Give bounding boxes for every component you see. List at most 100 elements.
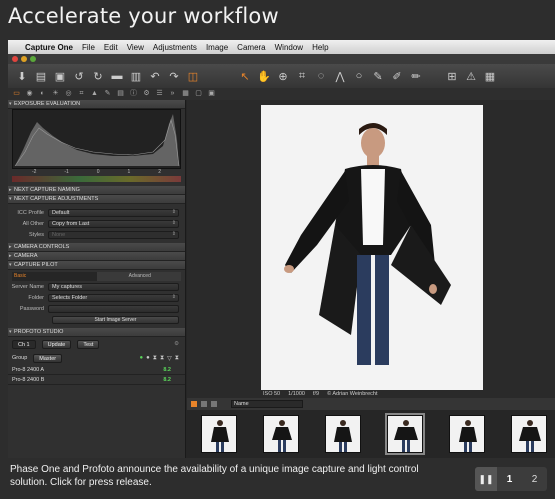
profoto-unit-row[interactable]: Pro-8 2400 B 8.2 — [8, 375, 185, 385]
tab-basic[interactable]: Basic — [12, 272, 97, 281]
app-screenshot[interactable]: Capture One File Edit View Adjustments I… — [8, 40, 555, 458]
menu-edit[interactable]: Edit — [104, 43, 118, 52]
section-camera-controls[interactable]: CAMERA CONTROLS — [8, 243, 185, 252]
viewer-icon[interactable]: ▦ — [482, 68, 498, 84]
cursor-tool-icon[interactable]: ↖ — [237, 68, 253, 84]
password-input[interactable] — [48, 304, 179, 313]
details-tab-icon[interactable]: ▲ — [90, 90, 99, 98]
metadata-tab-icon[interactable]: ▤ — [116, 90, 125, 98]
thumbnail[interactable] — [449, 415, 485, 453]
press-release-caption[interactable]: Phase One and Profoto announce the avail… — [10, 463, 430, 489]
rotate-tool-icon[interactable]: ◌ — [313, 68, 329, 84]
import-icon[interactable]: ⬇ — [14, 68, 30, 84]
test-button[interactable]: Test — [77, 339, 100, 349]
bulb-icon[interactable]: ● — [146, 355, 150, 362]
tab-advanced[interactable]: Advanced — [96, 272, 181, 281]
slideshow-pager: ❚❚ 1 2 — [475, 467, 547, 491]
brush-tool-icon[interactable]: ✎ — [370, 68, 386, 84]
grid-view-icon[interactable] — [191, 401, 197, 407]
keystone-tool-icon[interactable]: ⋀ — [332, 68, 348, 84]
thumbnail-selected[interactable] — [385, 413, 425, 455]
lens-tab-icon[interactable]: ◎ — [64, 90, 73, 98]
section-capture-pilot[interactable]: CAPTURE PILOT — [8, 261, 185, 270]
rotate-right-icon[interactable]: ↻ — [90, 68, 106, 84]
section-camera[interactable]: CAMERA — [8, 252, 185, 261]
section-exposure-evaluation[interactable]: EXPOSURE EVALUATION — [8, 100, 185, 109]
server-name-input[interactable]: My captures — [48, 282, 179, 291]
group-select[interactable]: Master — [33, 353, 63, 363]
lamp-icon[interactable]: ⧗ — [175, 355, 179, 362]
more-tabs-icon[interactable]: » — [168, 90, 177, 98]
menu-camera[interactable]: Camera — [237, 43, 265, 52]
menu-image[interactable]: Image — [206, 43, 228, 52]
zoom-window-icon[interactable] — [30, 56, 36, 62]
local-adjust-tab-icon[interactable]: ✎ — [103, 90, 112, 98]
library-tab-icon[interactable]: ▭ — [12, 90, 21, 98]
undo-icon[interactable]: ↶ — [147, 68, 163, 84]
styles-select[interactable]: None ⇕ — [48, 230, 179, 239]
picker-tool-icon[interactable]: ✐ — [389, 68, 405, 84]
trash-icon[interactable]: ▥ — [128, 68, 144, 84]
thumbnail[interactable] — [325, 415, 361, 453]
menu-file[interactable]: File — [82, 43, 95, 52]
composition-tab-icon[interactable]: ⌗ — [77, 90, 86, 98]
channel-select[interactable]: Ch 1 — [12, 339, 36, 349]
all-other-select[interactable]: Copy from Last ⇕ — [48, 219, 179, 228]
pause-icon[interactable]: ❚❚ — [475, 467, 497, 491]
crop-tool-icon[interactable]: ⌗ — [294, 68, 310, 84]
menu-adjustments[interactable]: Adjustments — [153, 43, 197, 52]
grid-icon[interactable]: ⊞ — [444, 68, 460, 84]
batch-tab-icon[interactable]: ☰ — [155, 90, 164, 98]
process-icon[interactable]: ◫ — [185, 68, 201, 84]
icc-profile-select[interactable]: Default ⇕ — [48, 208, 179, 217]
section-next-capture-naming[interactable]: NEXT CAPTURE NAMING — [8, 186, 185, 195]
list-view-icon[interactable] — [201, 401, 207, 407]
color-tab-icon[interactable]: ◐ — [38, 90, 47, 98]
group-label: Group — [12, 355, 28, 361]
pan-tool-icon[interactable]: ✋ — [256, 68, 272, 84]
power-icon[interactable]: ▽ — [167, 355, 172, 362]
minimize-window-icon[interactable] — [21, 56, 27, 62]
exposure-tab-icon[interactable]: ☀ — [51, 90, 60, 98]
thumbnail[interactable] — [511, 415, 547, 453]
view-single-icon[interactable]: ▢ — [194, 90, 203, 98]
filmstrip-view-icon[interactable] — [211, 401, 217, 407]
output-tab-icon[interactable]: ⚙ — [142, 90, 151, 98]
start-image-server-button[interactable]: Start Image Server — [52, 316, 179, 324]
section-profoto-studio[interactable]: PROFOTO STUDIO — [8, 328, 185, 337]
flash-mode-icon[interactable]: ⧗ — [153, 355, 157, 362]
page-2-button[interactable]: 2 — [522, 474, 547, 485]
warning-icon[interactable]: ⚠ — [463, 68, 479, 84]
folder-select[interactable]: Selects Folder ⇕ — [48, 293, 179, 302]
update-button[interactable]: Update — [41, 339, 72, 349]
menu-view[interactable]: View — [127, 43, 144, 52]
thumbnail[interactable] — [263, 415, 299, 453]
sort-select[interactable]: Name — [231, 400, 303, 408]
profoto-unit-row[interactable]: Pro-8 2400 A 8.2 — [8, 365, 185, 375]
zoom-tool-icon[interactable]: ⊕ — [275, 68, 291, 84]
mask-tool-icon[interactable]: ○ — [351, 68, 367, 84]
close-window-icon[interactable] — [12, 56, 18, 62]
folder-icon[interactable]: ▬ — [109, 68, 125, 84]
view-grid-icon[interactable]: ▦ — [181, 90, 190, 98]
capture-tab-icon[interactable]: ◉ — [25, 90, 34, 98]
page-1-button[interactable]: 1 — [497, 474, 522, 485]
camera-icon[interactable]: ▣ — [52, 68, 68, 84]
main-photo[interactable] — [261, 105, 483, 390]
info-tab-icon[interactable]: ⓘ — [129, 90, 138, 98]
menu-window[interactable]: Window — [275, 43, 303, 52]
model-light-icon[interactable]: ● — [139, 355, 143, 362]
unit-name: Pro-8 2400 B — [12, 376, 45, 383]
menu-help[interactable]: Help — [312, 43, 328, 52]
image-viewer[interactable]: ISO 50 1/1000 f/9 © Adrian Weinbrecht — [187, 100, 555, 398]
thumbnail[interactable] — [201, 415, 237, 453]
settings-gear-icon[interactable]: ⚙ — [174, 341, 179, 347]
capture-icon[interactable]: ▤ — [33, 68, 49, 84]
annotate-tool-icon[interactable]: ✏ — [408, 68, 424, 84]
view-compare-icon[interactable]: ▣ — [207, 90, 216, 98]
redo-icon[interactable]: ↷ — [166, 68, 182, 84]
sync-icon[interactable]: ⧗ — [160, 355, 164, 362]
section-next-capture-adjustments[interactable]: NEXT CAPTURE ADJUSTMENTS — [8, 195, 185, 204]
menu-app-name[interactable]: Capture One — [25, 43, 73, 52]
rotate-left-icon[interactable]: ↺ — [71, 68, 87, 84]
